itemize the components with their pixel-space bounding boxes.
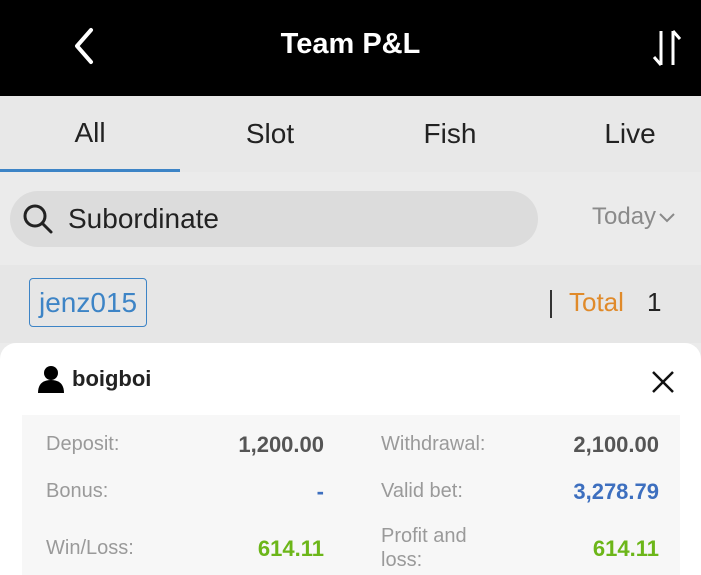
withdrawal-label: Withdrawal: xyxy=(381,433,486,455)
total-count: 1 xyxy=(647,287,662,317)
close-button[interactable] xyxy=(648,367,678,397)
win-loss-value: 614.11 xyxy=(257,536,324,561)
bonus-value: - xyxy=(316,479,324,504)
close-icon xyxy=(652,371,674,393)
top-bar: Team P&L xyxy=(0,0,701,96)
tab-fish[interactable]: Fish xyxy=(360,96,540,172)
win-loss-label: Win/Loss: xyxy=(46,537,134,559)
tab-slot[interactable]: Slot xyxy=(180,96,360,172)
sort-arrows-icon xyxy=(652,30,682,66)
member-username: boigboi xyxy=(72,366,152,391)
profit-loss-label-line2: loss: xyxy=(381,549,423,571)
sort-button[interactable] xyxy=(647,24,687,72)
search-icon xyxy=(23,204,53,234)
date-range-select[interactable]: Today xyxy=(592,203,676,231)
tab-live[interactable]: Live xyxy=(540,96,701,172)
filter-row: jenz015 Total 1 xyxy=(0,265,701,343)
category-tabs: All Slot Fish Live xyxy=(0,96,701,172)
valid-bet-value: 3,278.79 xyxy=(573,479,659,504)
search-row: Subordinate Today xyxy=(0,175,701,265)
profit-loss-value: 614.11 xyxy=(592,536,659,561)
profit-loss-label: Profit and loss: xyxy=(381,524,467,572)
member-detail-sheet: boigboi Deposit: 1,200.00 Withdrawal: 2,… xyxy=(0,343,701,575)
bonus-label: Bonus: xyxy=(46,480,109,502)
member-header: boigboi xyxy=(38,365,151,393)
withdrawal-value: 2,100.00 xyxy=(573,432,659,457)
tab-all[interactable]: All xyxy=(0,96,180,172)
valid-bet-label: Valid bet: xyxy=(381,480,463,502)
divider xyxy=(550,290,552,318)
subordinate-search-input[interactable]: Subordinate xyxy=(10,191,538,247)
deposit-value: 1,200.00 xyxy=(238,432,324,457)
total-label: Total xyxy=(569,287,624,317)
user-icon xyxy=(38,366,64,393)
page-title: Team P&L xyxy=(280,28,421,60)
search-label: Subordinate xyxy=(68,203,220,234)
profit-loss-label-line1: Profit and xyxy=(381,525,467,547)
chevron-down-icon xyxy=(659,213,675,223)
user-filter-tag[interactable]: jenz015 xyxy=(29,278,148,327)
stats-panel: Deposit: 1,200.00 Withdrawal: 2,100.00 B… xyxy=(22,415,680,575)
date-range-value: Today xyxy=(592,203,657,230)
deposit-label: Deposit: xyxy=(46,433,120,455)
